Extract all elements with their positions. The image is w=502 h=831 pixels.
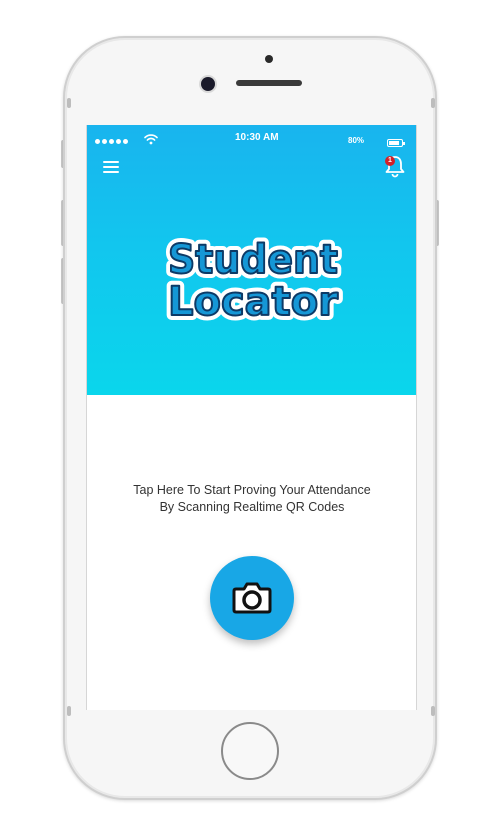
notification-badge: 1 [385,156,395,166]
hamburger-menu-icon[interactable] [101,158,123,176]
proximity-sensor [265,55,273,63]
antenna-line [67,98,71,108]
earpiece-speaker [236,80,302,86]
status-bar: 10:30 AM 80% [87,125,416,147]
header-banner: 10:30 AM 80% 1 Student Student Locator L… [87,125,416,395]
antenna-line [431,98,435,108]
device-mockup: 10:30 AM 80% 1 Student Student Locator L… [0,0,502,831]
antenna-line [67,706,71,716]
signal-dots-icon [95,139,128,144]
antenna-line [431,706,435,716]
front-camera [201,77,215,91]
notifications-button[interactable]: 1 [383,153,407,179]
status-time: 10:30 AM [235,132,279,143]
app-screen: 10:30 AM 80% 1 Student Student Locator L… [86,125,417,710]
scan-instruction: Tap Here To Start Proving Your Attendanc… [133,483,371,514]
camera-icon [232,582,272,614]
svg-text:Locator: Locator [168,279,338,323]
home-button[interactable] [221,722,279,780]
svg-text:Student: Student [168,237,338,283]
wifi-icon [144,134,158,145]
battery-icon [387,139,405,147]
scan-qr-button[interactable] [210,556,294,640]
battery-percent: 80% [348,136,365,145]
student-locator-logo: Student Student Locator Locator [163,233,343,323]
